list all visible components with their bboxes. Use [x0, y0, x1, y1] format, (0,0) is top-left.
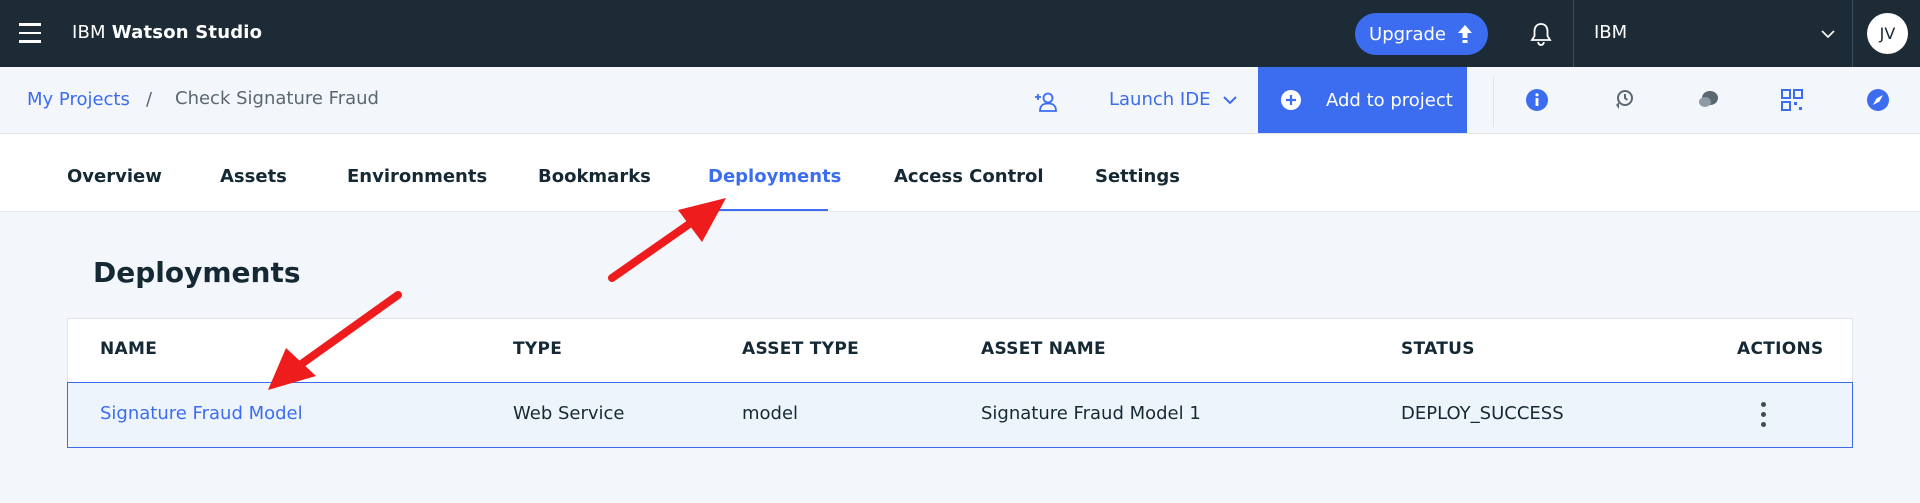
tab-environments[interactable]: Environments: [347, 166, 487, 187]
active-tab-indicator: [706, 209, 828, 211]
deployment-status: DEPLOY_SUCCESS: [1401, 403, 1564, 424]
bell-icon[interactable]: [1527, 20, 1555, 48]
upgrade-label: Upgrade: [1369, 23, 1446, 45]
page-title: Deployments: [93, 256, 301, 289]
column-header-name[interactable]: NAME: [100, 339, 157, 359]
tab-settings[interactable]: Settings: [1095, 166, 1180, 187]
menu-icon[interactable]: [19, 23, 41, 43]
project-header: My Projects / Check Signature Fraud Laun…: [0, 67, 1920, 134]
toolbar-divider: [1493, 77, 1494, 127]
upgrade-button[interactable]: Upgrade: [1355, 13, 1488, 55]
table-row[interactable]: Signature Fraud Model Web Service model …: [67, 382, 1853, 448]
qr-icon[interactable]: [1779, 87, 1805, 113]
upload-arrow-icon: [1457, 25, 1472, 43]
column-header-actions: ACTIONS: [1737, 339, 1824, 359]
add-to-project-label: Add to project: [1326, 89, 1453, 111]
breadcrumb-my-projects[interactable]: My Projects: [27, 89, 130, 110]
column-header-type[interactable]: TYPE: [513, 339, 562, 359]
overflow-menu-icon[interactable]: [1753, 399, 1773, 431]
chevron-down-icon[interactable]: [1820, 28, 1836, 40]
top-navigation-bar: IBM Watson Studio Upgrade IBM JV: [0, 0, 1920, 67]
brand-product: Watson Studio: [111, 22, 263, 43]
column-header-asset-name[interactable]: ASSET NAME: [981, 339, 1106, 359]
product-name: IBM Watson Studio: [72, 22, 262, 43]
add-collaborator-icon[interactable]: [1032, 88, 1058, 114]
launch-ide-dropdown[interactable]: Launch IDE: [1109, 89, 1238, 110]
deployment-asset-name: Signature Fraud Model 1: [981, 403, 1201, 424]
tab-access-control[interactable]: Access Control: [894, 166, 1044, 187]
launch-ide-label: Launch IDE: [1109, 89, 1211, 110]
breadcrumb-separator: /: [146, 89, 153, 110]
tab-overview[interactable]: Overview: [67, 166, 162, 187]
chevron-down-icon: [1223, 95, 1238, 104]
breadcrumb-current-project: Check Signature Fraud: [175, 88, 379, 109]
add-to-project-button[interactable]: Add to project: [1258, 67, 1467, 133]
deployments-table: NAME TYPE ASSET TYPE ASSET NAME STATUS A…: [67, 318, 1853, 448]
deployment-type: Web Service: [513, 403, 625, 424]
column-header-status[interactable]: STATUS: [1401, 339, 1475, 359]
chat-icon[interactable]: [1695, 87, 1721, 113]
history-icon[interactable]: [1610, 87, 1636, 113]
tab-deployments[interactable]: Deployments: [708, 166, 841, 187]
avatar[interactable]: JV: [1867, 13, 1908, 54]
tab-assets[interactable]: Assets: [220, 166, 287, 187]
info-icon[interactable]: [1524, 87, 1550, 113]
column-header-asset-type[interactable]: ASSET TYPE: [742, 339, 859, 359]
compass-icon[interactable]: [1865, 87, 1891, 113]
tab-bookmarks[interactable]: Bookmarks: [538, 166, 651, 187]
add-circle-icon: [1281, 90, 1301, 110]
deployment-name-link[interactable]: Signature Fraud Model: [100, 403, 303, 424]
topbar-divider: [1573, 0, 1574, 67]
project-tabs: Overview Assets Environments Bookmarks D…: [0, 134, 1920, 212]
brand-prefix: IBM: [72, 22, 106, 43]
account-switcher-label[interactable]: IBM: [1594, 22, 1627, 43]
topbar-divider: [1852, 0, 1853, 67]
deployment-asset-type: model: [742, 403, 799, 424]
